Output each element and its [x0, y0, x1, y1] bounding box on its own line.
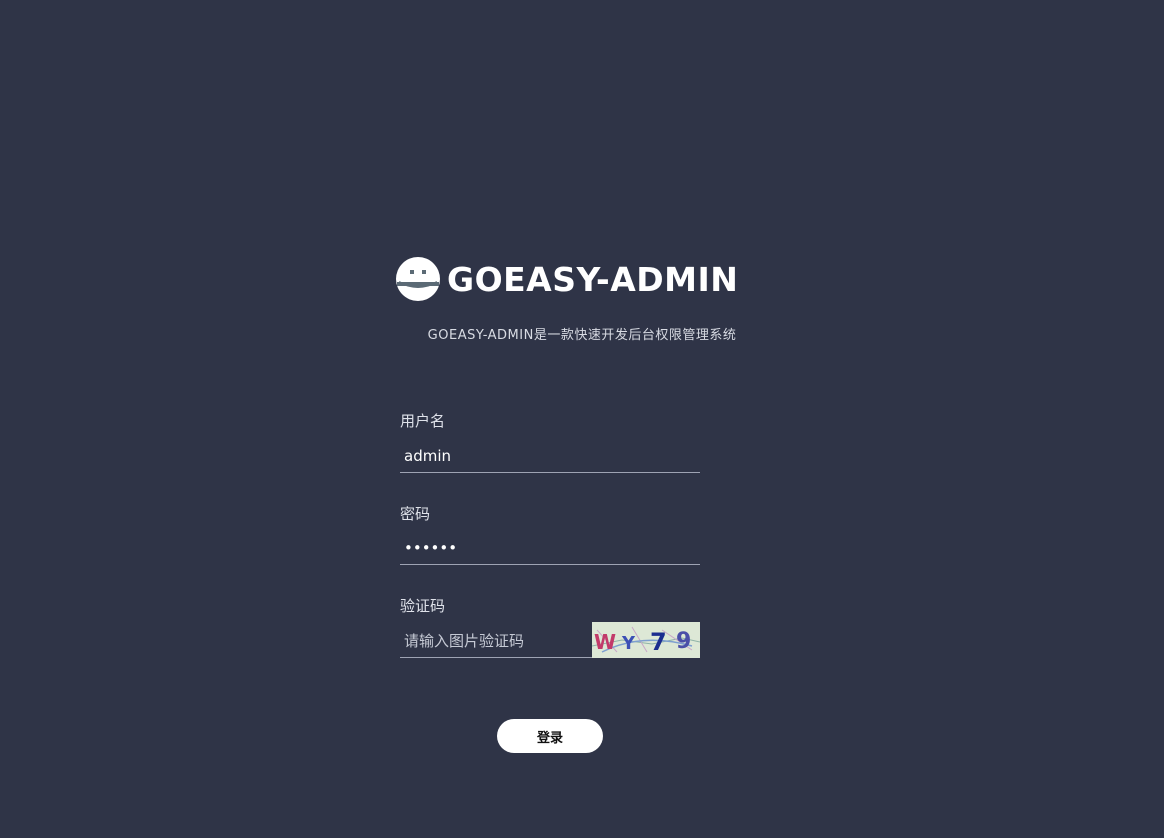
captcha-char-1: W	[594, 630, 616, 654]
captcha-image[interactable]: W Y 7 9	[592, 622, 700, 658]
captcha-label: 验证码	[400, 597, 446, 615]
username-label: 用户名	[400, 412, 446, 430]
username-input[interactable]	[400, 439, 700, 473]
captcha-char-4: 9	[676, 629, 691, 654]
brand-subtitle: GOEASY-ADMIN是一款快速开发后台权限管理系统	[427, 328, 737, 343]
robot-logo-icon	[396, 257, 440, 301]
password-label: 密码	[400, 505, 431, 523]
password-input[interactable]	[400, 531, 700, 565]
captcha-char-2: Y	[621, 633, 636, 654]
brand-header: GOEASY-ADMIN	[395, 255, 738, 303]
captcha-char-3: 7	[650, 628, 667, 656]
login-page: GOEASY-ADMIN GOEASY-ADMIN是一款快速开发后台权限管理系统…	[0, 0, 1164, 838]
captcha-input[interactable]	[400, 624, 592, 658]
brand-title: GOEASY-ADMIN	[447, 259, 739, 299]
login-button[interactable]: 登录	[497, 719, 603, 753]
